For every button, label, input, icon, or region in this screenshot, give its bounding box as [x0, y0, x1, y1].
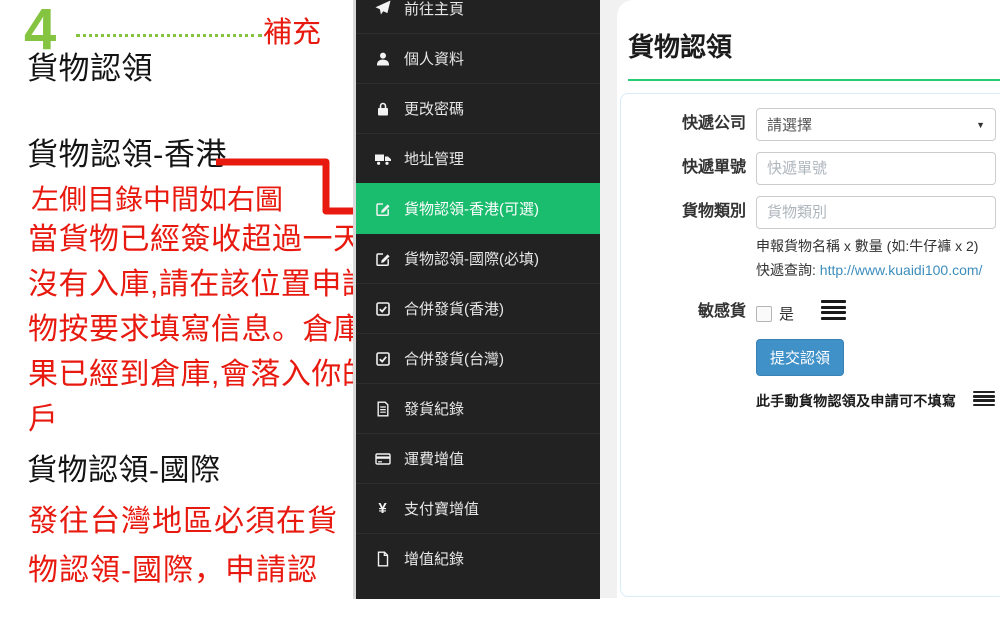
lock-icon — [374, 100, 391, 117]
sidebar-item[interactable]: ¥ 支付寶增值 — [356, 483, 600, 533]
annotation-hk-paragraph: 當貨物已經簽收超過一天還沒有入庫,請在該位置申請貨物按要求填寫信息。倉庫如果已經… — [28, 217, 403, 442]
callout-label: 補充 — [263, 17, 321, 49]
chevron-down-icon: ▼ — [976, 120, 985, 130]
annotation-intl-paragraph: 發往台灣地區必須在貨物認領-國際，申請認 — [28, 497, 338, 595]
sidebar-menu: 前往主頁 個人資料 更改密碼 地址管理 貨物認領-香港(可選) 貨物認領-國際(… — [356, 0, 600, 599]
dotted-connector-line — [76, 34, 262, 37]
tracking-input[interactable] — [756, 152, 996, 185]
category-help-text: 申報貨物名稱 x 數量 (如:牛仔褲 x 2) — [756, 237, 978, 255]
check-square-icon — [374, 300, 391, 317]
category-input[interactable] — [756, 196, 996, 229]
claim-form-panel: 快遞公司 請選擇 ▼ 快遞單號 貨物類別 申報貨物名稱 x 數量 (如:牛仔褲 … — [620, 93, 1000, 597]
sidebar-item[interactable]: 貨物認領-香港(可選) — [356, 183, 600, 233]
sidebar-item[interactable]: 地址管理 — [356, 133, 600, 183]
sidebar-item[interactable]: 個人資料 — [356, 33, 600, 83]
truck-icon — [374, 150, 391, 167]
title-underline — [628, 79, 1000, 81]
paper-plane-icon — [374, 0, 391, 17]
courier-select[interactable]: 請選擇 ▼ — [756, 108, 996, 141]
page-title: 貨物認領 — [628, 27, 732, 64]
sensitive-checkbox[interactable] — [756, 306, 772, 322]
courier-label: 快遞公司 — [621, 114, 746, 134]
annotation-hk-note: 左側目錄中間如右圖 — [31, 184, 283, 216]
sidebar-item[interactable]: 貨物認領-國際(必填) — [356, 233, 600, 283]
sensitive-label: 敏感貨 — [621, 302, 746, 322]
sidebar-item[interactable]: 前往主頁 — [356, 0, 600, 33]
sidebar-item[interactable]: 合併發貨(台灣) — [356, 333, 600, 383]
list-icon[interactable] — [821, 300, 846, 320]
tracking-query-prefix: 快遞查詢: — [756, 262, 820, 278]
content-background: 貨物認領 快遞公司 請選擇 ▼ 快遞單號 貨物類別 申報貨物名稱 x 數量 (如… — [600, 0, 1000, 598]
sidebar-item[interactable]: 增值紀錄 — [356, 533, 600, 583]
manual-claim-note: 此手動貨物認領及申請可不填寫 — [756, 391, 956, 411]
sidebar-item[interactable]: 更改密碼 — [356, 83, 600, 133]
content-card: 貨物認領 快遞公司 請選擇 ▼ 快遞單號 貨物類別 申報貨物名稱 x 數量 (如… — [617, 0, 1000, 598]
user-icon — [374, 50, 391, 67]
file-text-icon — [374, 400, 391, 417]
annotation-intl-heading: 貨物認領-國際 — [27, 453, 221, 489]
submit-claim-button[interactable]: 提交認領 — [756, 339, 844, 376]
check-square-icon — [374, 350, 391, 367]
list-icon-small[interactable] — [973, 391, 995, 406]
kuaidi100-link[interactable]: http://www.kuaidi100.com/ — [820, 262, 983, 278]
annotation-hk-heading: 貨物認領-香港 — [27, 137, 227, 173]
sidebar-item[interactable]: 合併發貨(香港) — [356, 283, 600, 333]
edit-icon — [374, 250, 391, 267]
tracking-label: 快遞單號 — [621, 158, 746, 178]
edit-icon — [374, 200, 391, 217]
yen-icon: ¥ — [374, 500, 391, 517]
category-label: 貨物類別 — [621, 202, 746, 222]
sidebar-item[interactable]: 運費增值 — [356, 433, 600, 483]
annotation-heading: 貨物認領 — [27, 51, 153, 87]
tracking-query-help: 快遞查詢: http://www.kuaidi100.com/ — [756, 261, 982, 279]
sensitive-checkbox-label: 是 — [779, 303, 794, 324]
credit-card-icon — [374, 450, 391, 467]
courier-select-value: 請選擇 — [767, 114, 812, 135]
sidebar-item[interactable]: 發貨紀錄 — [356, 383, 600, 433]
file-icon — [374, 550, 391, 567]
